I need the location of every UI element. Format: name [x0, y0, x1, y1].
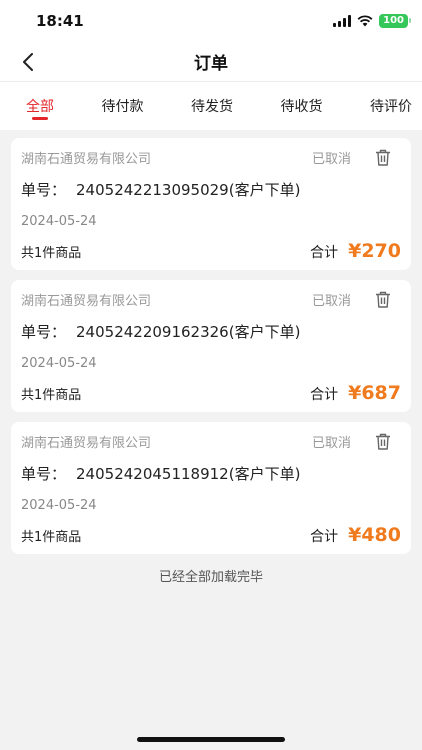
order-number-value: 2405242045118912(客户下单)	[76, 464, 301, 483]
tab-label: 待评价	[370, 99, 412, 115]
order-status: 已取消	[311, 151, 351, 167]
tab-label: 待收货	[280, 99, 323, 115]
system-icons: 100	[333, 12, 411, 31]
tab-label: 待发货	[191, 99, 233, 115]
tab-label: 全部	[26, 99, 54, 115]
order-tabs: 全部 待付款 待发货 待收货 待评价	[0, 82, 422, 130]
back-icon[interactable]	[16, 50, 40, 74]
page-title: 订单	[194, 54, 228, 74]
item-count: 共1件商品	[21, 387, 82, 403]
active-tab-indicator	[32, 117, 48, 120]
order-date: 2024-05-24	[21, 213, 97, 229]
order-total: ¥270	[348, 240, 401, 262]
company-name: 湖南石通贸易有限公司	[21, 293, 152, 309]
order-number-label: 单号：	[21, 180, 67, 199]
trash-icon[interactable]	[373, 147, 393, 167]
order-number-label: 单号：	[21, 464, 67, 483]
wifi-icon	[357, 12, 373, 31]
total-label: 合计	[310, 529, 339, 545]
order-total: ¥480	[348, 524, 401, 546]
company-name: 湖南石通贸易有限公司	[21, 435, 152, 451]
header: 18:41 100 订单 全部 待付款 待发货 待收货 待评价	[0, 0, 422, 130]
order-number-value: 2405242213095029(客户下单)	[76, 180, 301, 199]
trash-icon[interactable]	[373, 289, 393, 309]
order-card[interactable]: 湖南石通贸易有限公司 已取消 单号： 2405242045118912(客户下单)…	[11, 422, 411, 554]
order-number-label: 单号：	[21, 322, 67, 341]
tab-pending-shipment[interactable]: 待发货	[191, 82, 233, 130]
status-bar: 18:41 100	[0, 0, 422, 42]
trash-icon[interactable]	[373, 431, 393, 451]
order-card[interactable]: 湖南石通贸易有限公司 已取消 单号： 2405242213095029(客户下单)…	[11, 138, 411, 270]
order-number-value: 2405242209162326(客户下单)	[76, 322, 301, 341]
total-label: 合计	[310, 245, 339, 261]
order-total: ¥687	[348, 382, 401, 404]
tab-label: 待付款	[101, 99, 144, 115]
company-name: 湖南石通贸易有限公司	[21, 151, 152, 167]
order-status: 已取消	[311, 293, 351, 309]
tab-pending-payment[interactable]: 待付款	[102, 82, 144, 130]
order-number: 单号： 2405242213095029(客户下单)	[21, 176, 401, 202]
nav-bar: 订单	[0, 42, 422, 82]
item-count: 共1件商品	[21, 529, 82, 545]
order-list: 湖南石通贸易有限公司 已取消 单号： 2405242213095029(客户下单)…	[0, 130, 422, 585]
battery-icon: 100	[379, 14, 411, 28]
status-time: 18:41	[36, 12, 84, 30]
order-date: 2024-05-24	[21, 355, 97, 371]
home-indicator[interactable]	[137, 737, 285, 742]
item-count: 共1件商品	[21, 245, 82, 261]
cellular-signal-icon	[333, 15, 352, 27]
order-number: 单号： 2405242045118912(客户下单)	[21, 460, 401, 486]
tab-all[interactable]: 全部	[26, 82, 54, 130]
tab-pending-receipt[interactable]: 待收货	[281, 82, 323, 130]
total-label: 合计	[310, 387, 339, 403]
end-of-list-text: 已经全部加载完毕	[158, 570, 263, 585]
order-status: 已取消	[311, 435, 351, 451]
order-date: 2024-05-24	[21, 497, 97, 513]
order-card[interactable]: 湖南石通贸易有限公司 已取消 单号： 2405242209162326(客户下单)…	[11, 280, 411, 412]
tab-pending-review[interactable]: 待评价	[370, 82, 412, 130]
order-number: 单号： 2405242209162326(客户下单)	[21, 318, 401, 344]
